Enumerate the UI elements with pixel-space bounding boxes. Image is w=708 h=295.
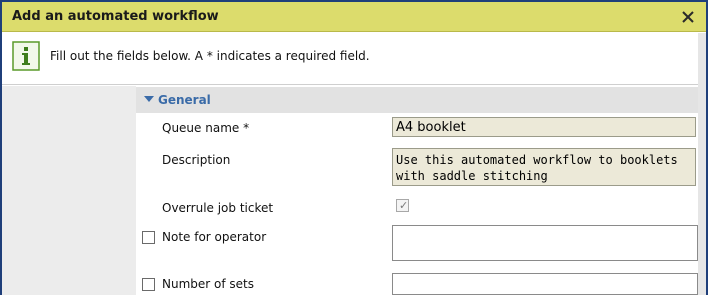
info-message: Fill out the fields below. A * indicates…	[50, 49, 370, 63]
description-field[interactable]: Use this automated workflow to booklets …	[392, 148, 696, 186]
queue-name-input[interactable]	[392, 117, 696, 137]
dialog-title: Add an automated workflow	[12, 9, 219, 24]
queue-name-label: Queue name *	[162, 121, 250, 135]
overrule-checkbox[interactable]: ✓	[396, 199, 409, 212]
number-of-sets-checkbox[interactable]	[142, 278, 155, 291]
description-label: Description	[162, 153, 231, 167]
scrollbar[interactable]	[698, 33, 706, 295]
close-icon	[682, 11, 694, 23]
number-of-sets-field[interactable]	[392, 273, 698, 295]
info-icon	[12, 41, 40, 71]
section-general-header[interactable]: General	[136, 87, 698, 113]
section-label: General	[158, 93, 211, 107]
dialog-titlebar: Add an automated workflow	[2, 2, 706, 32]
add-workflow-dialog: Add an automated workflow Fill out the f…	[2, 2, 706, 295]
number-of-sets-label: Number of sets	[162, 277, 254, 291]
close-button[interactable]	[678, 7, 698, 27]
left-panel	[2, 86, 136, 295]
check-icon: ✓	[399, 199, 409, 212]
note-for-operator-field[interactable]	[392, 225, 698, 261]
overrule-label: Overrule job ticket	[162, 201, 274, 215]
note-for-operator-label: Note for operator	[162, 230, 267, 244]
info-bar: Fill out the fields below. A * indicates…	[2, 33, 706, 85]
note-for-operator-checkbox[interactable]	[142, 231, 155, 244]
chevron-down-icon	[144, 96, 154, 102]
